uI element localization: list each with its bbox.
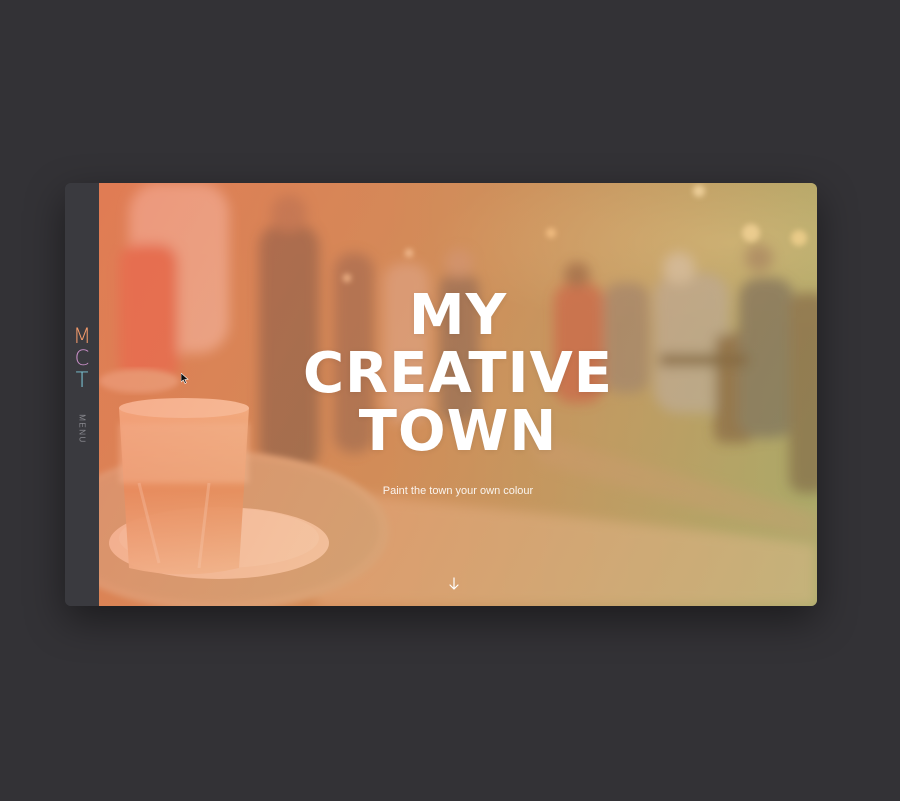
logo-letter-c: C (74, 346, 90, 370)
hero-title-line-1: MY (408, 283, 508, 348)
hero-title-line-3: TOWN (358, 399, 558, 464)
mct-logo[interactable]: M C T (69, 325, 95, 391)
arrow-down-icon[interactable] (448, 577, 460, 591)
mouse-pointer-icon (181, 373, 189, 384)
hero-title: MY CREATIVE TOWN (99, 287, 817, 461)
logo-letter-t: T (75, 368, 89, 392)
hero-section: MY CREATIVE TOWN Paint the town your own… (99, 183, 817, 606)
sidebar: M C T MENU (65, 183, 99, 606)
hero-subtitle: Paint the town your own colour (382, 485, 534, 497)
menu-toggle[interactable]: MENU (78, 414, 87, 444)
browser-window: M C T MENU MY CREATIVE TOWN Paint the to… (65, 183, 817, 606)
logo-letter-m: M (72, 324, 92, 348)
hero-title-line-2: CREATIVE (302, 341, 614, 406)
